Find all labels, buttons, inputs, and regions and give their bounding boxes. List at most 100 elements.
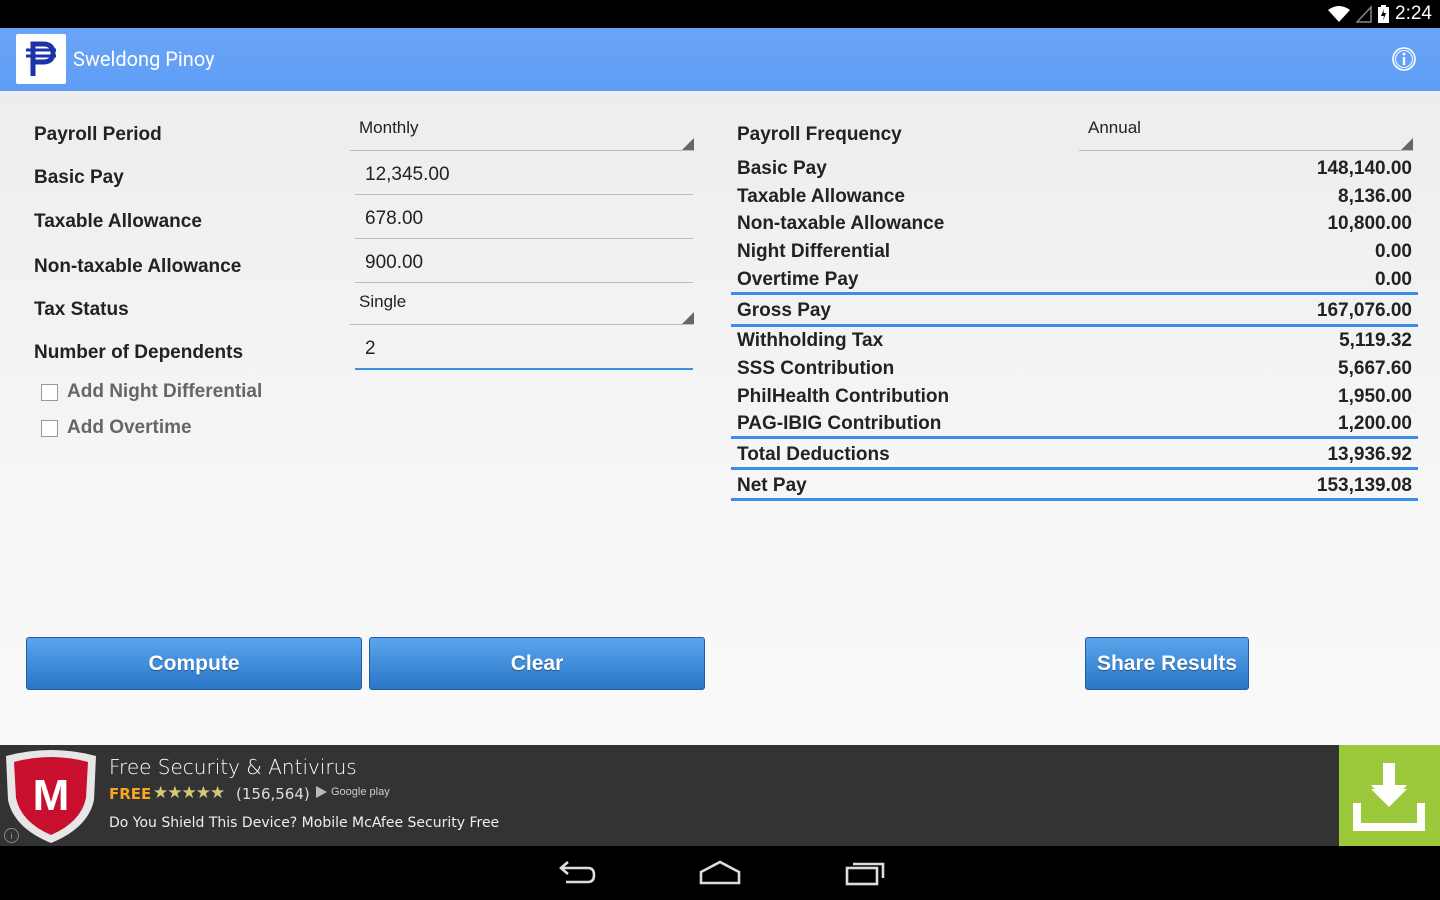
- result-value: 5,119.32: [1339, 330, 1412, 351]
- non-taxable-allowance-input[interactable]: 900.00: [355, 246, 693, 283]
- basic-pay-label: Basic Pay: [34, 167, 124, 188]
- back-icon[interactable]: [554, 856, 598, 890]
- result-separator: [731, 436, 1418, 439]
- non-taxable-allowance-label: Non-taxable Allowance: [34, 256, 242, 277]
- ad-price: FREE: [109, 785, 152, 803]
- result-value: 1,950.00: [1338, 386, 1412, 407]
- result-separator: [731, 498, 1418, 501]
- result-label: SSS Contribution: [737, 358, 895, 379]
- result-row: PAG-IBIG Contribution 1,200.00: [737, 411, 1412, 437]
- recent-apps-icon[interactable]: [843, 856, 887, 890]
- tax-status-value: Single: [359, 292, 407, 311]
- result-value: 153,139.08: [1316, 475, 1412, 496]
- dependents-label: Number of Dependents: [34, 342, 244, 363]
- ad-download-button[interactable]: [1339, 745, 1440, 846]
- payroll-frequency-label: Payroll Frequency: [737, 124, 902, 145]
- taxable-allowance-label: Taxable Allowance: [34, 211, 202, 232]
- dropdown-arrow-icon: [682, 312, 694, 324]
- ad-rating-count: (156,564): [236, 785, 310, 803]
- basic-pay-input[interactable]: 12,345.00: [355, 158, 693, 195]
- mcafee-letter: M: [33, 771, 70, 820]
- dropdown-arrow-icon: [682, 138, 694, 150]
- result-row: Taxable Allowance 8,136.00: [737, 184, 1412, 210]
- payroll-frequency-spinner[interactable]: Annual: [1079, 114, 1413, 151]
- result-row: Basic Pay 148,140.00: [737, 156, 1412, 182]
- tax-status-label: Tax Status: [34, 299, 129, 320]
- payroll-period-label: Payroll Period: [34, 124, 162, 145]
- home-icon[interactable]: [698, 856, 742, 890]
- ad-rating-stars: ★★★★★: [153, 783, 225, 803]
- result-label: Overtime Pay: [737, 269, 859, 290]
- result-row: Withholding Tax 5,119.32: [737, 328, 1412, 354]
- peso-logo-icon: [16, 34, 66, 84]
- action-bar: Sweldong Pinoy: [0, 28, 1440, 91]
- dependents-value: 2: [365, 338, 376, 359]
- result-value: 5,667.60: [1338, 358, 1412, 379]
- result-label: Night Differential: [737, 241, 891, 262]
- battery-icon: [1378, 5, 1390, 23]
- result-value: 10,800.00: [1327, 213, 1412, 234]
- download-icon: [1353, 763, 1425, 831]
- ad-title[interactable]: Free Security & Antivirus: [109, 755, 357, 779]
- overtime-checkbox-row[interactable]: Add Overtime: [41, 417, 192, 439]
- ad-banner[interactable]: M i Free Security & Antivirus FREE ★★★★★…: [0, 745, 1440, 846]
- result-value: 8,136.00: [1338, 186, 1412, 207]
- result-separator: [731, 467, 1418, 470]
- result-label: Non-taxable Allowance: [737, 213, 945, 234]
- compute-button[interactable]: Compute: [26, 637, 362, 690]
- result-label: Basic Pay: [737, 158, 827, 179]
- clock: 2:24: [1395, 3, 1432, 24]
- play-store-icon: [316, 786, 327, 798]
- dropdown-arrow-icon: [1401, 138, 1413, 150]
- result-separator: [731, 324, 1418, 327]
- result-row: SSS Contribution 5,667.60: [737, 356, 1412, 382]
- result-row: Non-taxable Allowance 10,800.00: [737, 211, 1412, 237]
- result-value: 0.00: [1375, 241, 1412, 262]
- gross-pay-row: Gross Pay 167,076.00: [737, 298, 1412, 324]
- app-title: Sweldong Pinoy: [73, 47, 215, 71]
- taxable-allowance-value: 678.00: [365, 208, 424, 229]
- total-deductions-row: Total Deductions 13,936.92: [737, 442, 1412, 468]
- night-differential-checkbox[interactable]: [41, 383, 58, 401]
- result-value: 167,076.00: [1316, 300, 1412, 321]
- overtime-label: Add Overtime: [67, 417, 192, 438]
- taxable-allowance-input[interactable]: 678.00: [355, 202, 693, 239]
- result-label: Taxable Allowance: [737, 186, 905, 207]
- night-differential-label: Add Night Differential: [67, 381, 263, 402]
- net-pay-row: Net Pay 153,139.08: [737, 473, 1412, 499]
- result-separator: [731, 292, 1418, 295]
- status-bar: 2:24: [0, 0, 1440, 28]
- night-differential-checkbox-row[interactable]: Add Night Differential: [41, 381, 262, 403]
- payroll-period-spinner[interactable]: Monthly: [350, 114, 694, 151]
- result-row: Night Differential 0.00: [737, 239, 1412, 265]
- ad-info-icon[interactable]: i: [4, 828, 19, 843]
- result-label: PAG-IBIG Contribution: [737, 413, 942, 434]
- mcafee-shield-icon: M: [6, 750, 96, 843]
- status-icons: 2:24: [1328, 0, 1432, 28]
- signal-icon: [1356, 5, 1372, 23]
- payroll-period-value: Monthly: [359, 118, 419, 137]
- ad-description[interactable]: Do You Shield This Device? Mobile McAfee…: [109, 815, 499, 831]
- info-icon[interactable]: [1392, 47, 1416, 71]
- result-row: Overtime Pay 0.00: [737, 267, 1412, 293]
- non-taxable-allowance-value: 900.00: [365, 252, 424, 273]
- share-results-button[interactable]: Share Results: [1085, 637, 1249, 690]
- result-value: 1,200.00: [1338, 413, 1412, 434]
- navigation-bar: [0, 846, 1440, 900]
- overtime-checkbox[interactable]: [41, 419, 58, 437]
- tax-status-spinner[interactable]: Single: [350, 288, 694, 325]
- main-content: Payroll Period Monthly Basic Pay 12,345.…: [0, 91, 1440, 745]
- result-label: Net Pay: [737, 475, 807, 496]
- result-label: Withholding Tax: [737, 330, 884, 351]
- result-row: PhilHealth Contribution 1,950.00: [737, 384, 1412, 410]
- result-label: Gross Pay: [737, 300, 831, 321]
- result-label: Total Deductions: [737, 444, 890, 465]
- result-value: 0.00: [1375, 269, 1412, 290]
- wifi-icon: [1328, 6, 1351, 22]
- clear-button[interactable]: Clear: [369, 637, 705, 690]
- result-label: PhilHealth Contribution: [737, 386, 950, 407]
- dependents-input[interactable]: 2: [355, 332, 693, 370]
- store-name: Google play: [331, 786, 390, 798]
- google-play-badge: Google play: [314, 785, 390, 799]
- result-value: 148,140.00: [1316, 158, 1412, 179]
